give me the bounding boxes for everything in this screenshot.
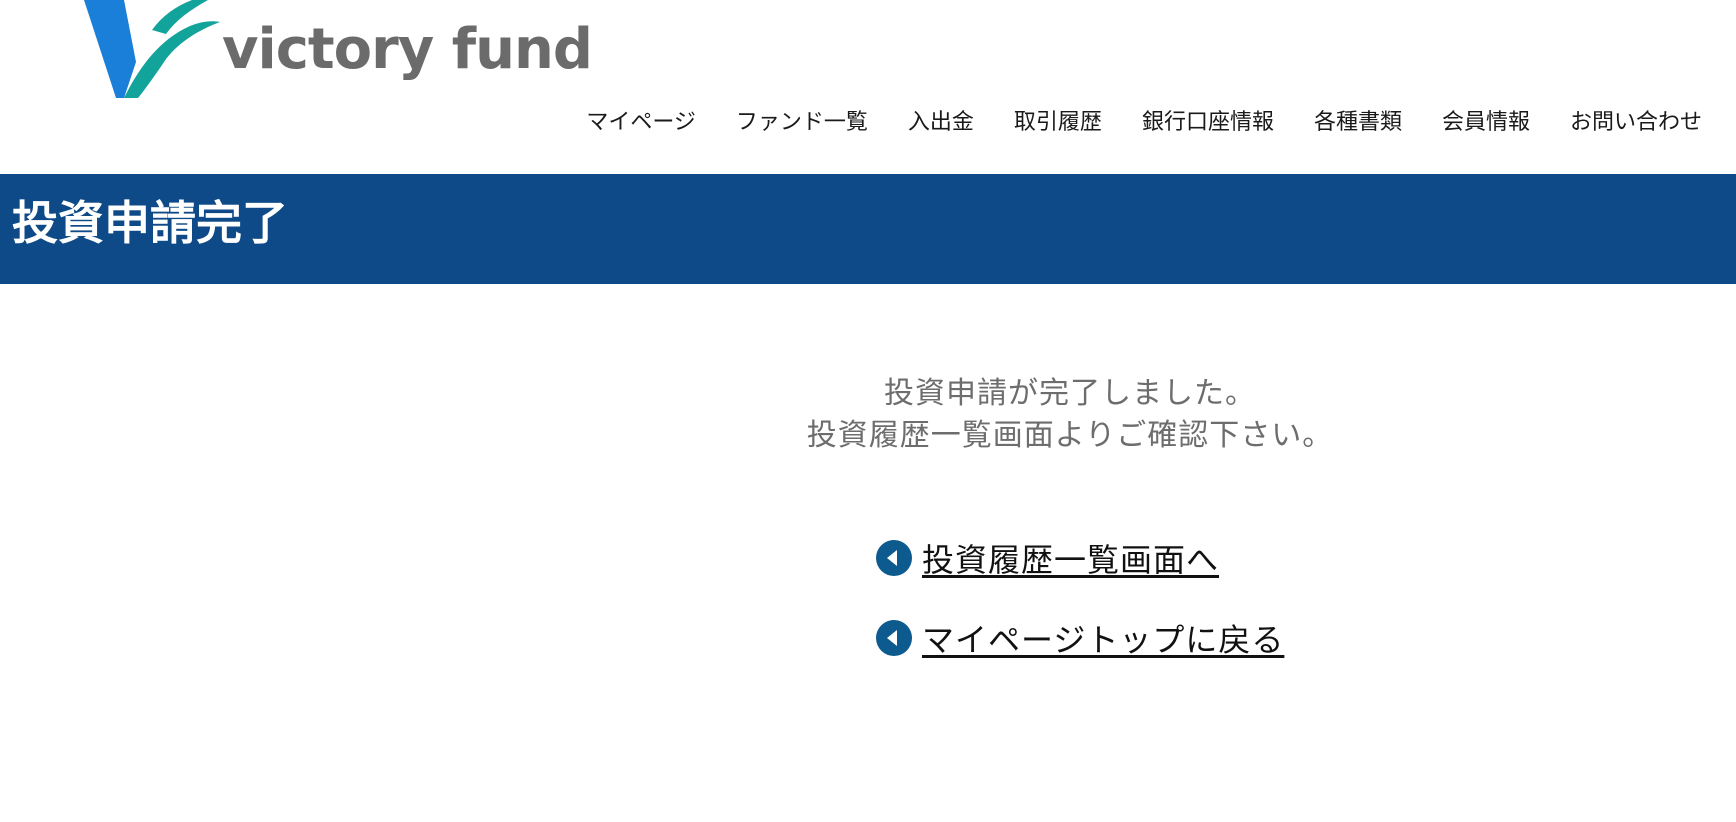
investment-history-link[interactable]: 投資履歴一覧画面へ [876,538,1284,579]
mypage-top-link[interactable]: マイページトップに戻る [876,618,1285,659]
nav-item-deposit-withdrawal: 入出金 [908,104,974,136]
page-title: 投資申請完了 [12,196,288,250]
nav-item-fund-list: ファンド一覧 [736,104,868,136]
nav-link-fund-list[interactable]: ファンド一覧 [736,110,868,135]
action-links: 投資履歴一覧画面へ マイページトップに戻る [876,538,1284,698]
nav-link-documents[interactable]: 各種書類 [1314,110,1402,135]
nav-link-transaction-history[interactable]: 取引履歴 [1014,110,1102,135]
page-title-bar: 投資申請完了 [0,174,1736,284]
nav-item-bank-account: 銀行口座情報 [1142,104,1274,136]
nav-item-member-info: 会員情報 [1442,104,1530,136]
investment-history-link-label: 投資履歴一覧画面へ [922,541,1220,579]
nav-link-contact[interactable]: お問い合わせ [1570,110,1702,135]
nav-item-documents: 各種書類 [1314,104,1402,136]
nav-link-bank-account[interactable]: 銀行口座情報 [1142,110,1274,135]
logo-text: victory fund [222,17,593,82]
page: victory fund マイページ ファンド一覧 入出金 取引履歴 銀行口座情… [0,0,1736,822]
mypage-top-link-label: マイページトップに戻る [922,621,1285,659]
nav-item-contact: お問い合わせ [1570,104,1702,136]
nav-item-transaction-history: 取引履歴 [1014,104,1102,136]
nav-link-deposit-withdrawal[interactable]: 入出金 [908,110,974,135]
completion-message: 投資申請が完了しました。 [884,376,1256,411]
chevron-left-circle-icon [876,540,912,576]
nav-link-mypage[interactable]: マイページ [586,110,696,135]
main-nav: マイページ ファンド一覧 入出金 取引履歴 銀行口座情報 各種書類 会員情報 お… [586,104,1702,136]
confirmation-instruction: 投資履歴一覧画面よりご確認下さい。 [806,418,1334,453]
site-logo[interactable]: victory fund [80,0,593,98]
nav-link-member-info[interactable]: 会員情報 [1442,110,1530,135]
nav-item-mypage: マイページ [586,104,696,136]
chevron-left-circle-icon [876,620,912,656]
victory-v-logo-icon [84,0,220,98]
